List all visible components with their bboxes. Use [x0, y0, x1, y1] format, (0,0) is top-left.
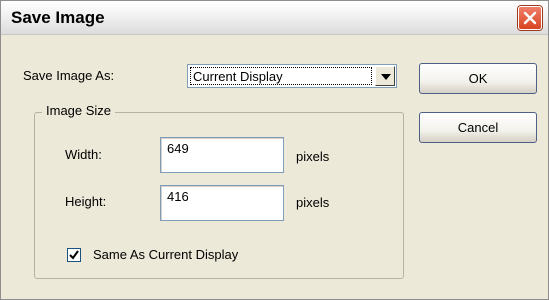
- height-input[interactable]: 416: [160, 185, 284, 221]
- dialog-title: Save Image: [11, 8, 105, 27]
- check-icon: [69, 250, 79, 260]
- width-label: Width:: [65, 147, 102, 162]
- close-button[interactable]: [518, 6, 542, 30]
- height-label: Height:: [65, 194, 107, 209]
- height-value: 416: [167, 189, 189, 204]
- close-x-icon: [523, 11, 537, 25]
- width-unit: pixels: [296, 149, 330, 164]
- ok-button-label: OK: [468, 71, 488, 86]
- save-image-dialog: Save Image Save Image As: Current Displa…: [0, 0, 549, 300]
- save-as-label: Save Image As:: [23, 68, 115, 83]
- title-bar[interactable]: Save Image: [1, 1, 548, 35]
- save-as-value: Current Display: [193, 69, 283, 84]
- cancel-button[interactable]: Cancel: [419, 112, 537, 143]
- save-as-select[interactable]: Current Display: [187, 64, 397, 88]
- dropdown-arrow-button[interactable]: [375, 66, 395, 86]
- width-input[interactable]: 649: [160, 137, 284, 173]
- same-display-label: Same As Current Display: [93, 247, 239, 262]
- image-size-legend: Image Size: [42, 103, 116, 118]
- ok-button[interactable]: OK: [419, 63, 537, 94]
- chevron-down-icon: [381, 74, 391, 80]
- cancel-button-label: Cancel: [457, 120, 499, 135]
- same-display-checkbox[interactable]: [67, 248, 81, 262]
- width-value: 649: [167, 141, 189, 156]
- height-unit: pixels: [296, 195, 330, 210]
